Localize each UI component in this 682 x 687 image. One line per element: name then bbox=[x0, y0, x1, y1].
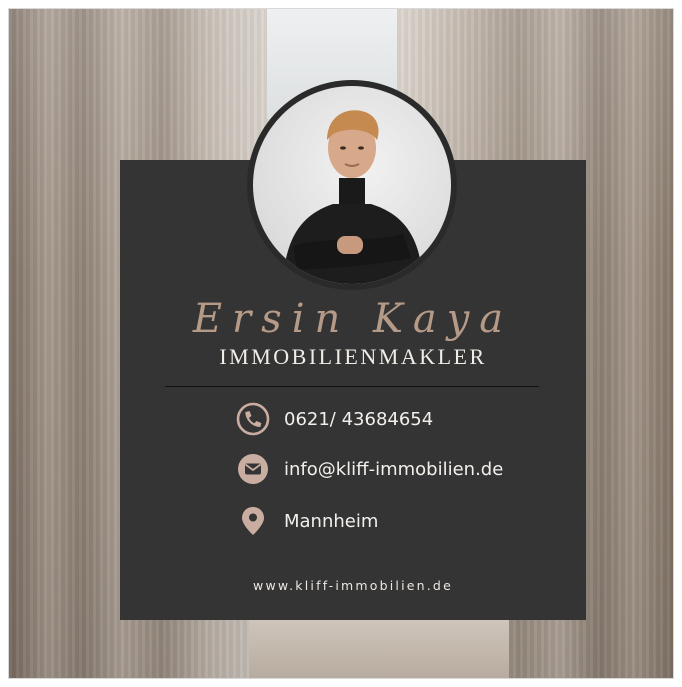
location-pin-icon bbox=[236, 504, 270, 538]
phone-icon bbox=[236, 402, 270, 436]
website-link[interactable]: www.kliff-immobilien.de bbox=[120, 578, 586, 593]
avatar bbox=[253, 86, 451, 284]
agent-title: IMMOBILIENMAKLER bbox=[219, 344, 487, 369]
background-floor bbox=[249, 619, 509, 678]
mail-icon bbox=[236, 452, 270, 486]
agent-name: Ersin Kaya bbox=[192, 296, 514, 342]
contact-phone[interactable]: 0621/ 43684654 bbox=[236, 402, 433, 436]
phone-number: 0621/ 43684654 bbox=[284, 408, 434, 430]
divider bbox=[165, 386, 539, 387]
contact-location[interactable]: Mannheim bbox=[236, 504, 378, 538]
contact-email[interactable]: info@kliff-immobilien.de bbox=[236, 452, 503, 486]
location-city: Mannheim bbox=[284, 510, 379, 532]
email-address: info@kliff-immobilien.de bbox=[284, 458, 504, 480]
